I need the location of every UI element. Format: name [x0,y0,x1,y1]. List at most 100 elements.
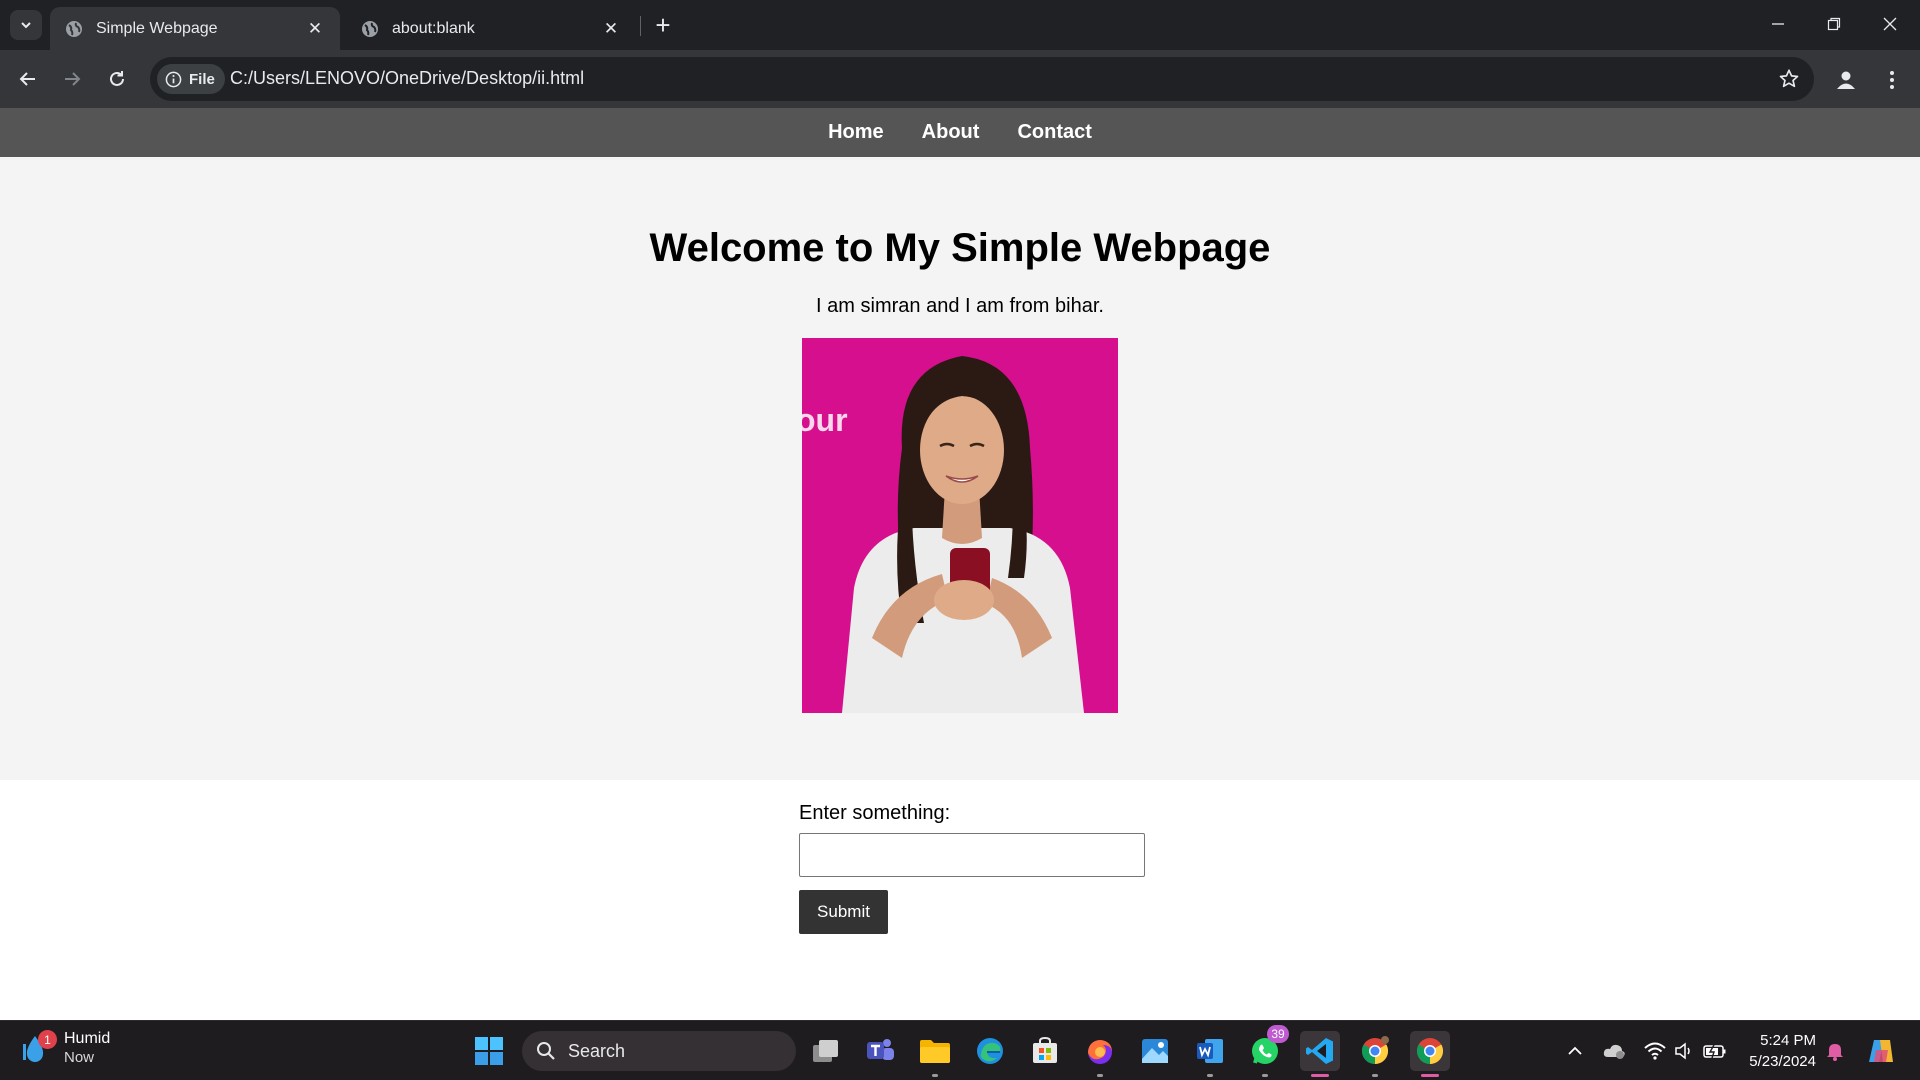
profile-button[interactable] [1830,64,1862,96]
clock-time: 5:24 PM [1760,1032,1816,1049]
browser-tab-strip: Simple Webpage ✕ about:blank ✕ + [0,0,1920,50]
close-tab-icon[interactable]: ✕ [600,18,622,40]
search-icon [537,1042,555,1060]
notification-count-badge: 39 [1267,1025,1289,1043]
weather-badge: 1 [38,1030,57,1049]
show-hidden-icons-button[interactable] [1563,1039,1587,1063]
running-indicator [1311,1074,1329,1077]
chevron-down-icon [21,22,31,29]
tab-title: about:blank [392,19,475,37]
photos-button[interactable] [1135,1031,1175,1071]
speaker-icon [1675,1042,1690,1060]
vscode-button[interactable] [1300,1031,1340,1077]
running-indicator [1421,1074,1439,1077]
task-view-button[interactable] [806,1031,846,1071]
firefox-icon [1088,1040,1112,1064]
globe-icon [362,20,378,37]
intro-text: I am simran and I am from bihar. [816,295,1104,317]
running-indicator [1207,1074,1213,1077]
tab-simple-webpage[interactable]: Simple Webpage ✕ [50,7,340,50]
forward-button[interactable] [56,63,88,95]
site-info-chip[interactable]: File [157,64,225,94]
clock-date: 5/23/2024 [1749,1053,1816,1070]
battery-charging-icon [1703,1044,1726,1059]
browser-menu-button[interactable] [1876,64,1908,96]
input-label: Enter something: [799,802,951,824]
taskbar-search[interactable]: Search [522,1031,796,1071]
close-tab-icon[interactable]: ✕ [304,18,326,40]
tab-about-blank[interactable]: about:blank ✕ [346,7,636,50]
weather-widget[interactable]: 1 Humid Now [22,1029,110,1067]
reload-icon [110,71,124,86]
chrome-icon [1416,1038,1444,1065]
word-button[interactable] [1190,1031,1230,1077]
new-tab-button[interactable]: + [650,10,676,40]
bookmark-star-icon[interactable] [1778,68,1800,90]
system-clock[interactable]: 5:24 PM 5/23/2024 [1740,1030,1816,1072]
onedrive-tray[interactable] [1602,1039,1626,1063]
chevron-up-icon [1568,1046,1582,1055]
copilot-button[interactable] [1866,1036,1896,1066]
whatsapp-button[interactable]: 39 [1245,1025,1289,1077]
humidity-icon: 1 [22,1030,57,1064]
tab-title: Simple Webpage [96,19,218,37]
woman-with-phone-illustration [842,356,1084,713]
back-arrow-icon [19,72,35,86]
chrome-button[interactable] [1410,1031,1450,1077]
store-icon [1033,1037,1057,1063]
cloud-icon [1603,1044,1625,1059]
bell-icon [1827,1044,1843,1061]
nav-link-about[interactable]: About [922,121,980,144]
folder-icon [920,1040,950,1063]
teams-icon [867,1039,894,1060]
page-title: Welcome to My Simple Webpage [649,226,1271,270]
teams-button[interactable] [860,1031,900,1071]
submit-button[interactable]: Submit [799,890,888,934]
site-navigation: Home About Contact [0,108,1920,157]
address-bar[interactable]: File C:/Users/LENOVO/OneDrive/Desktop/ii… [150,57,1814,101]
vscode-icon [1306,1038,1333,1064]
chrome-profile-button[interactable] [1355,1031,1395,1077]
nav-link-contact[interactable]: Contact [1017,121,1091,144]
volume-tray[interactable] [1672,1039,1696,1063]
edge-button[interactable] [970,1031,1010,1071]
microsoft-store-button[interactable] [1025,1031,1065,1071]
weather-subtitle: Now [64,1049,95,1066]
copilot-icon [1869,1040,1893,1062]
photos-icon [1142,1039,1168,1063]
tab-separator [640,16,641,36]
back-button[interactable] [12,63,44,95]
url-text[interactable]: C:/Users/LENOVO/OneDrive/Desktop/ii.html [230,68,584,89]
nav-link-home[interactable]: Home [828,121,884,144]
file-explorer-button[interactable] [915,1031,955,1077]
reload-button[interactable] [101,63,133,95]
browser-toolbar: File C:/Users/LENOVO/OneDrive/Desktop/ii… [0,50,1920,108]
running-indicator [1262,1074,1268,1077]
taskbar-search-label: Search [568,1040,626,1061]
input-form: Enter something: Submit [799,802,1145,934]
running-indicator [1097,1074,1103,1077]
profile-photo: our [802,338,1118,713]
start-button[interactable] [469,1031,509,1071]
windows-logo-icon [475,1037,503,1065]
windows-taskbar: 1 Humid Now Search 39 5:24 PM 5/23/2024 [0,1020,1920,1080]
site-info-label: File [189,70,215,88]
tab-search-button[interactable] [10,10,42,40]
close-window-icon[interactable] [1862,0,1918,48]
running-indicator [932,1074,938,1077]
restore-icon[interactable] [1806,0,1862,48]
notifications-button[interactable] [1823,1039,1847,1063]
info-icon [165,71,182,87]
forward-arrow-icon [65,72,81,86]
more-vertical-icon [1890,71,1894,89]
firefox-button[interactable] [1080,1031,1120,1077]
task-view-icon [813,1040,838,1062]
minimize-icon[interactable] [1750,0,1806,48]
profile-icon [1837,71,1855,89]
globe-icon [66,20,82,37]
battery-tray[interactable] [1703,1039,1727,1063]
word-icon [1197,1039,1223,1063]
page-viewport: Home About Contact Welcome to My Simple … [0,108,1920,1020]
text-input[interactable] [799,833,1145,877]
wifi-tray[interactable] [1643,1039,1667,1063]
